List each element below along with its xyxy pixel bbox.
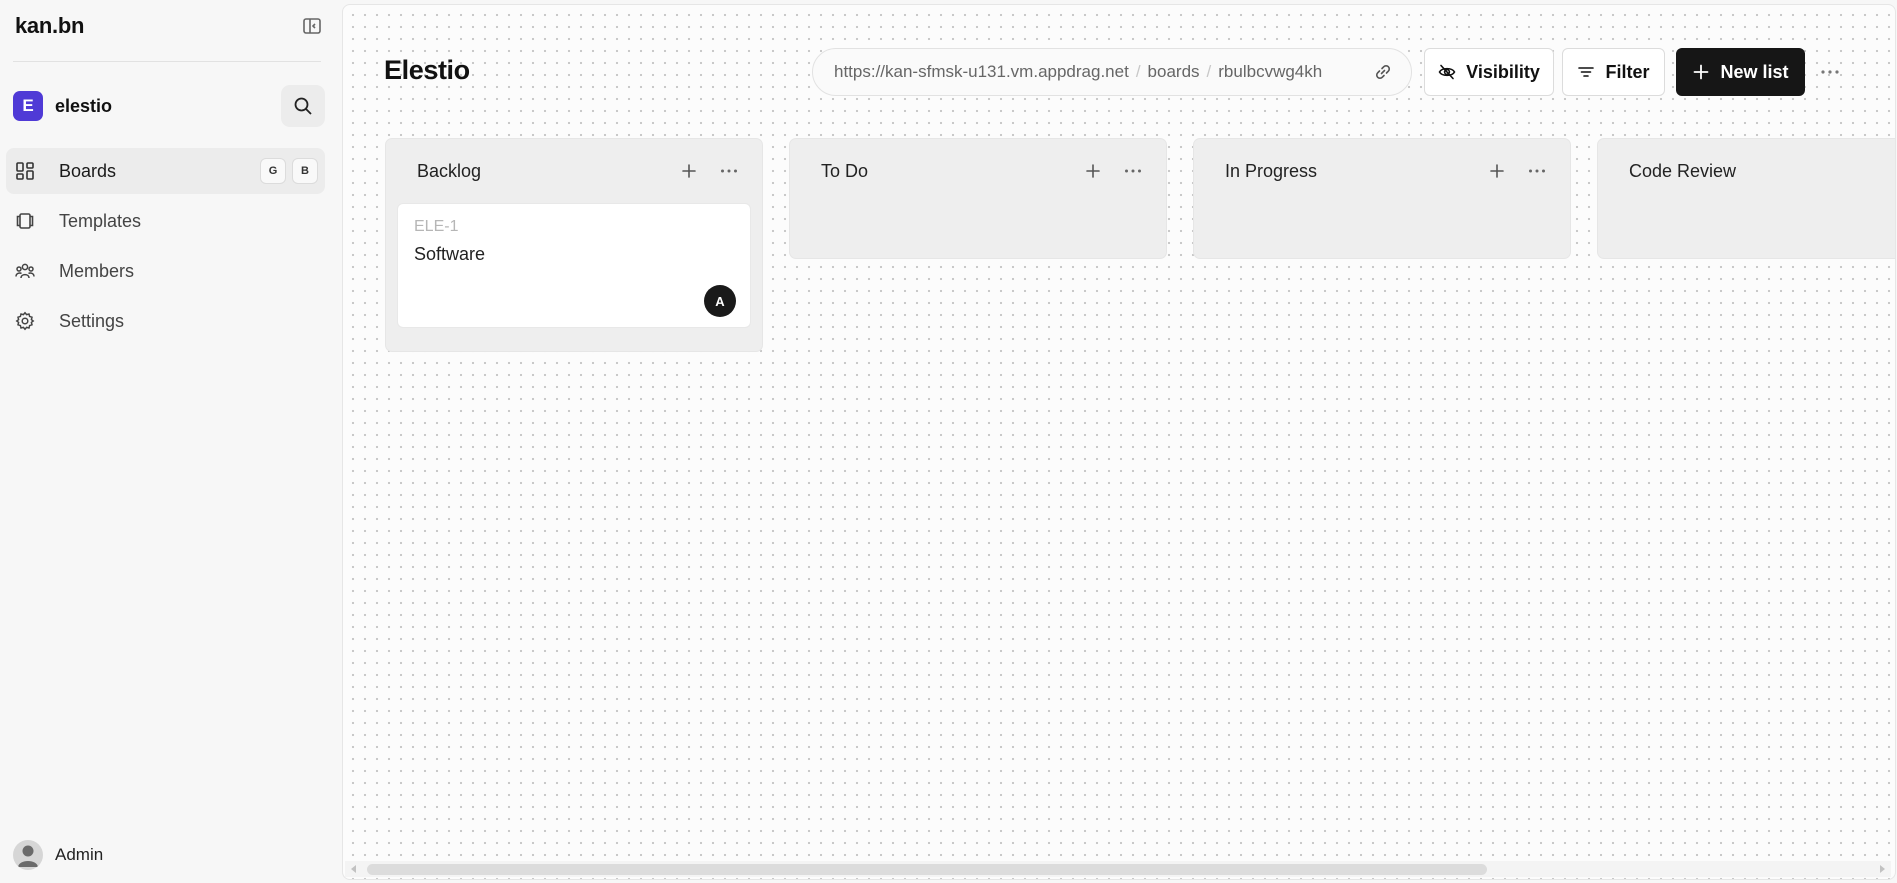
filter-icon <box>1578 67 1595 77</box>
list-title: Backlog <box>417 160 482 181</box>
shortcut-key: G <box>260 158 286 184</box>
list-title: In Progress <box>1225 160 1318 181</box>
sidebar-collapse-icon[interactable] <box>299 13 325 39</box>
scroll-right-icon[interactable] <box>1880 865 1885 873</box>
sidebar-divider <box>13 61 321 62</box>
filter-label: Filter <box>1605 61 1650 82</box>
list-header: Code Review <box>1598 139 1895 203</box>
shortcut-key: B <box>292 158 318 184</box>
list-title: Code Review <box>1629 160 1737 181</box>
eye-off-icon <box>1438 64 1456 80</box>
search-button[interactable] <box>281 85 325 127</box>
visibility-label: Visibility <box>1466 61 1540 82</box>
workspace-avatar: E <box>13 91 43 121</box>
user-name: Admin <box>55 845 104 864</box>
sidebar-item-label: Members <box>59 260 135 281</box>
board-more-icon[interactable] <box>1815 59 1845 85</box>
sidebar: kan.bn E elestio Boards G B Templates Me… <box>0 0 340 883</box>
list-in-progress: In Progress <box>1193 138 1571 259</box>
templates-icon <box>14 210 36 232</box>
search-icon <box>294 97 312 115</box>
new-list-button[interactable]: New list <box>1676 48 1805 96</box>
board-canvas: Elestio https://kan-sfmsk-u131.vm.appdra… <box>342 4 1896 880</box>
sidebar-item-settings[interactable]: Settings <box>6 298 325 344</box>
url-separator: / <box>1135 62 1141 81</box>
list-to-do: To Do <box>789 138 1167 259</box>
sidebar-item-label: Templates <box>59 210 142 231</box>
plus-icon <box>1694 64 1709 80</box>
gear-icon <box>14 310 36 332</box>
list-code-review: Code Review <box>1597 138 1895 259</box>
add-card-icon[interactable] <box>1078 156 1108 186</box>
list-more-icon[interactable] <box>1522 156 1552 186</box>
list-header: To Do <box>790 139 1166 203</box>
sidebar-item-templates[interactable]: Templates <box>6 198 325 244</box>
list-backlog: Backlog ELE-1 Software A <box>385 138 763 352</box>
user-menu[interactable]: Admin <box>13 840 103 870</box>
url-section: boards <box>1147 62 1200 81</box>
list-header: Backlog <box>386 139 762 203</box>
workspace-row: E elestio <box>13 85 325 127</box>
filter-button[interactable]: Filter <box>1562 48 1665 96</box>
workspace-name: elestio <box>55 95 113 116</box>
card-key: ELE-1 <box>414 218 459 235</box>
members-icon <box>14 260 36 282</box>
card-title: Software <box>414 244 486 264</box>
list-title: To Do <box>821 160 869 181</box>
url-slug: rbulbcvwg4kh <box>1218 62 1323 81</box>
list-header: In Progress <box>1194 139 1570 203</box>
shortcut-hint: G B <box>260 158 318 184</box>
scroll-left-icon[interactable] <box>351 865 356 873</box>
new-list-label: New list <box>1720 61 1789 82</box>
brand-logo: kan.bn <box>15 13 85 38</box>
page-title: Elestio <box>384 55 470 85</box>
user-avatar-icon <box>13 840 43 870</box>
card-assignee-avatar[interactable]: A <box>704 285 736 317</box>
copy-link-icon[interactable] <box>1371 60 1395 84</box>
add-card-icon[interactable] <box>674 156 704 186</box>
sidebar-nav: Boards G B Templates Members Settings <box>6 148 325 348</box>
add-card-icon[interactable] <box>1482 156 1512 186</box>
sidebar-item-boards[interactable]: Boards G B <box>6 148 325 194</box>
scrollbar-thumb[interactable] <box>367 864 1487 875</box>
card[interactable]: ELE-1 Software A <box>397 203 751 328</box>
workspace-switcher[interactable]: E elestio <box>13 91 112 121</box>
grid-icon <box>14 160 36 182</box>
board-url[interactable]: https://kan-sfmsk-u131.vm.appdrag.net / … <box>812 48 1412 96</box>
list-more-icon[interactable] <box>714 156 744 186</box>
visibility-button[interactable]: Visibility <box>1424 48 1554 96</box>
sidebar-item-members[interactable]: Members <box>6 248 325 294</box>
sidebar-item-label: Boards <box>59 160 117 181</box>
list-more-icon[interactable] <box>1118 156 1148 186</box>
brand-row: kan.bn <box>15 10 325 42</box>
sidebar-item-label: Settings <box>59 310 125 331</box>
url-host: https://kan-sfmsk-u131.vm.appdrag.net <box>834 62 1129 81</box>
horizontal-scrollbar[interactable] <box>345 861 1891 877</box>
url-separator: / <box>1206 62 1212 81</box>
